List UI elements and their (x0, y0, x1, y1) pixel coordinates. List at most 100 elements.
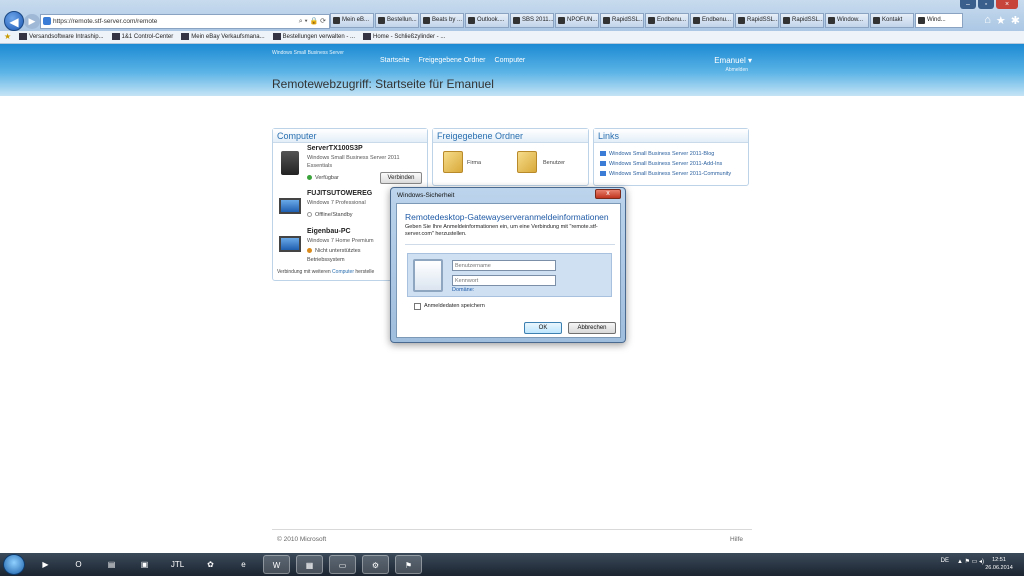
start-button[interactable] (3, 554, 25, 575)
favorite-link[interactable]: Bestellungen verwalten - ... (272, 31, 355, 43)
favorites-bar: ★ Versandsoftware Intraship... 1&1 Contro… (0, 31, 1024, 44)
browser-tab[interactable]: Bestellun... (375, 13, 419, 28)
browser-tab[interactable]: Beats by ... (420, 13, 464, 28)
shared-folders-panel: Freigegebene Ordner Firma Benutzer (432, 128, 589, 186)
browser-tab[interactable]: Wind... (915, 13, 963, 28)
system-tray: DE ▲ ⚑ ▭ ◂) (941, 558, 984, 565)
link-item[interactable]: Windows Small Business Server 2011-Blog (600, 151, 714, 157)
ok-button[interactable]: OK (524, 322, 562, 334)
taskbar-app-button[interactable]: W (263, 555, 290, 574)
computer-panel-title: Computer (273, 129, 427, 143)
favorites-star-icon[interactable]: ★ (996, 14, 1006, 27)
taskbar-app-button[interactable]: ▶ (32, 555, 59, 574)
browser-tab[interactable]: Endbenu... (645, 13, 689, 28)
link-icon (600, 151, 606, 157)
user-menu[interactable]: Emanuel ▾ (700, 56, 752, 65)
favorite-link[interactable]: 1&1 Control-Center (111, 31, 173, 43)
folder-user-icon[interactable] (517, 151, 537, 173)
browser-tab[interactable]: SBS 2011... (510, 13, 554, 28)
nav-computer[interactable]: Computer (495, 57, 526, 64)
dialog-heading: Remotedesktop-Gatewayserveranmeldeinform… (405, 212, 609, 222)
tab-favicon-icon (378, 17, 385, 24)
tab-favicon-icon (873, 17, 880, 24)
maximize-button[interactable]: ▫ (978, 0, 994, 9)
top-nav: Startseite Freigegebene Ordner Computer (380, 57, 525, 64)
home-icon[interactable]: ⌂ (984, 14, 991, 27)
taskbar-app-button[interactable]: ▦ (296, 555, 323, 574)
tab-favicon-icon (648, 17, 655, 24)
site-icon (43, 17, 51, 25)
taskbar-app-button[interactable]: JTL (164, 555, 191, 574)
tab-favicon-icon (513, 17, 520, 24)
dialog-close-button[interactable]: x (595, 189, 621, 199)
browser-tab[interactable]: NPOFUN... (555, 13, 599, 28)
tray-icons[interactable]: ▲ ⚑ ▭ ◂) (957, 558, 984, 565)
remember-credentials-checkbox[interactable] (414, 303, 421, 310)
browser-tab[interactable]: RapidSSL... (600, 13, 644, 28)
folder-label[interactable]: Benutzer (543, 160, 565, 166)
taskbar-app-button[interactable]: O (65, 555, 92, 574)
taskbar-app-button[interactable]: e (230, 555, 257, 574)
taskbar-app-button[interactable]: ▣ (131, 555, 158, 574)
password-input[interactable] (452, 275, 556, 286)
taskbar-app-button[interactable]: ✿ (197, 555, 224, 574)
clock-date: 26.06.2014 (985, 565, 1013, 571)
links-panel: Links Windows Small Business Server 2011… (593, 128, 749, 186)
back-button[interactable]: ◀ (4, 11, 24, 31)
tab-favicon-icon (333, 17, 340, 24)
tab-favicon-icon (783, 17, 790, 24)
browser-tab[interactable]: Mein eB... (330, 13, 374, 28)
folder-icon[interactable] (443, 151, 463, 173)
browser-tab[interactable]: Endbenu... (690, 13, 734, 28)
clock[interactable]: 12:51 26.06.2014 (984, 556, 1014, 572)
minimize-button[interactable]: – (960, 0, 976, 9)
window-controls: – ▫ × (960, 0, 1018, 10)
tab-favicon-icon (828, 17, 835, 24)
address-tools[interactable]: ⌕ ▾ 🔒 ⟳ (299, 15, 326, 28)
browser-tab[interactable]: RapidSSL... (780, 13, 824, 28)
computer-item: ServerTX100S3P Windows Small Business Se… (277, 145, 425, 187)
cancel-button[interactable]: Abbrechen (568, 322, 616, 334)
favorites-star-icon[interactable]: ★ (4, 31, 11, 43)
computer-link[interactable]: Computer (332, 269, 354, 275)
favorite-link[interactable]: Mein eBay Verkaufsmana... (181, 31, 265, 43)
address-text: https://remote.stf-server.com/remote (53, 18, 158, 25)
gear-icon[interactable]: ✱ (1011, 14, 1020, 27)
forward-button[interactable]: ▶ (24, 14, 40, 29)
nav-shared-folders[interactable]: Freigegebene Ordner (419, 57, 486, 64)
address-bar[interactable]: https://remote.stf-server.com/remote ⌕ ▾… (40, 14, 330, 29)
taskbar-app-button[interactable]: ⚑ (395, 555, 422, 574)
browser-tab[interactable]: RapidSSL... (735, 13, 779, 28)
link-item[interactable]: Windows Small Business Server 2011-Commu… (600, 171, 731, 177)
nav-home[interactable]: Startseite (380, 57, 410, 64)
footer-divider (272, 529, 752, 530)
remember-credentials-label[interactable]: Anmeldedaten speichern (424, 303, 485, 309)
folder-label[interactable]: Firma (467, 160, 481, 166)
taskbar-app-button[interactable]: ▭ (329, 555, 356, 574)
tab-favicon-icon (423, 17, 430, 24)
browser-tab[interactable]: Outlook.... (465, 13, 509, 28)
favorite-link[interactable]: Home - Schließzylinder - ... (363, 31, 445, 43)
status-unsupported-icon (307, 248, 312, 254)
folders-panel-title: Freigegebene Ordner (433, 129, 588, 143)
favorite-link[interactable]: Versandsoftware Intraship... (19, 31, 104, 43)
link-item[interactable]: Windows Small Business Server 2011-Add-I… (600, 161, 722, 167)
connect-button[interactable]: Verbinden (380, 172, 422, 184)
taskbar-app-button[interactable]: ⚙ (362, 555, 389, 574)
browser-tab[interactable]: Window... (825, 13, 869, 28)
domain-label: Domäne: (452, 287, 475, 293)
close-window-button[interactable]: × (996, 0, 1018, 9)
logout-link[interactable]: Abmelden (700, 67, 748, 73)
tab-favicon-icon (603, 17, 610, 24)
link-icon (600, 171, 606, 177)
dialog-body: Remotedesktop-Gatewayserveranmeldeinform… (396, 203, 621, 338)
sbs-logo: Windows Small Business Server (272, 50, 344, 56)
help-link[interactable]: Hilfe (730, 536, 743, 543)
language-indicator[interactable]: DE (941, 558, 949, 565)
divider (405, 244, 615, 245)
tab-favicon-icon (468, 17, 475, 24)
taskbar-app-button[interactable]: ▤ (98, 555, 125, 574)
browser-tab[interactable]: Kontakt (870, 13, 914, 28)
username-input[interactable] (452, 260, 556, 271)
tab-favicon-icon (738, 17, 745, 24)
